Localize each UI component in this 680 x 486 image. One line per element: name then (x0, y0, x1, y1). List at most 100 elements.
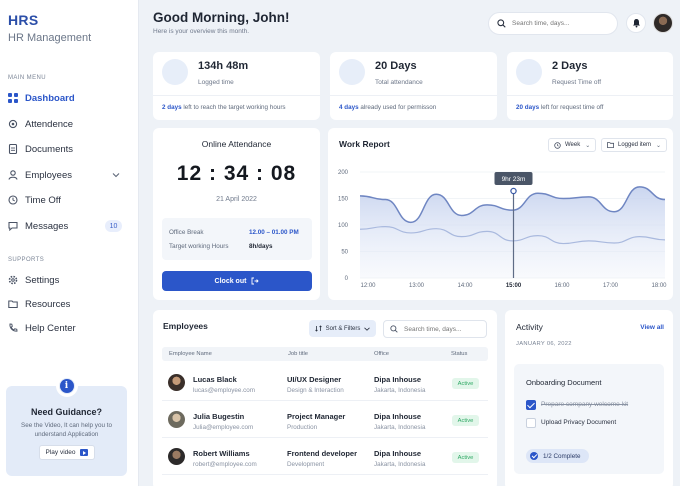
brand: HRS HR Management (8, 12, 91, 44)
folder-icon (8, 299, 18, 309)
stat-value: 2 Days (552, 60, 588, 72)
employee-search-input[interactable] (404, 325, 492, 333)
employee-name: Robert Williams (193, 449, 250, 458)
grid-icon (8, 93, 18, 103)
target-hours-row: Target working Hours 8h/days (169, 243, 306, 250)
column-header[interactable]: Status (451, 351, 467, 357)
sidebar-item-employees[interactable]: Employees (8, 166, 126, 184)
employees-title: Employees (163, 321, 208, 331)
employees-table-header: Employee Name Job title Office Status (162, 347, 488, 361)
brand-logo[interactable]: HRS (8, 12, 91, 28)
attendance-info: Office Break 12.00 – 01.00 PM Target wor… (162, 218, 312, 260)
office-name: Dipa Inhouse (374, 412, 422, 421)
messages-count-badge: 10 (105, 220, 122, 232)
work-report-card: Work Report Week ⌄ Logged item ⌄ 0 50 100 1… (328, 128, 673, 300)
stat-footer-highlight: 2 days (162, 104, 182, 111)
sort-filter-button[interactable]: Sort & Filters (309, 320, 376, 337)
sidebar-item-documents[interactable]: Documents (8, 140, 126, 158)
page-title: Good Morning, John! (153, 10, 290, 25)
stat-footer: 4 days already used for permisson (330, 95, 497, 111)
stat-icon (162, 59, 188, 85)
employee-name: Julia Bugestin (193, 412, 245, 421)
column-header[interactable]: Office (374, 351, 389, 357)
sidebar-item-dashboard[interactable]: Dashboard (8, 89, 126, 107)
employee-email: robert@employee.com (193, 461, 257, 468)
search-input[interactable] (512, 20, 602, 27)
y-tick-label: 50 (341, 250, 348, 256)
gear-icon (8, 119, 18, 129)
table-row[interactable]: Lucas Black lucas@employee.com UI/UX Des… (162, 364, 488, 401)
attendance-clock: 12 : 34 : 08 (176, 162, 297, 185)
task-checkbox[interactable] (526, 418, 536, 428)
guidance-title: Need Guidance? (30, 407, 102, 417)
office-break-row: Office Break 12.00 – 01.00 PM (169, 229, 306, 236)
user-avatar[interactable] (653, 13, 673, 33)
view-all-link[interactable]: View all (640, 324, 664, 331)
activity-title: Activity (516, 322, 543, 332)
sidebar-item-label: Time Off (25, 194, 61, 206)
office-location: Jakarta, Indonesia (374, 461, 426, 468)
task-progress-label: 1/2 Complete (543, 452, 581, 460)
employee-search[interactable] (383, 320, 492, 338)
search-icon (497, 15, 506, 33)
y-tick-label: 0 (345, 276, 349, 282)
y-tick-label: 150 (338, 197, 349, 203)
x-tick-label: 13:00 (409, 283, 425, 289)
employee-email: lucas@employee.com (193, 387, 256, 394)
sidebar-item-time-off[interactable]: Time Off (8, 191, 126, 209)
table-row[interactable]: Robert Williams robert@employee.com Fron… (162, 438, 488, 475)
stat-card-logged-time: 134h 48m Logged time 2 days left to reac… (153, 52, 320, 120)
task-label: Upload Privacy Document (541, 419, 617, 426)
header-search[interactable] (488, 12, 618, 35)
avatar (168, 374, 185, 391)
office-location: Jakarta, Indonesia (374, 387, 426, 394)
job-title: Project Manager (287, 412, 346, 421)
target-hours-value: 8h/days (249, 243, 273, 250)
clock-out-label: Clock out (214, 277, 247, 285)
sort-filter-label: Sort & Filters (325, 325, 361, 332)
brand-subtitle: HR Management (8, 32, 92, 44)
status-badge: Active (452, 378, 479, 389)
x-tick-label: 16:00 (554, 283, 570, 289)
play-icon (79, 449, 88, 456)
sidebar-item-messages[interactable]: Messages 10 (8, 217, 126, 235)
stat-card-request-time-off: 2 Days Request Time off 20 days left for… (507, 52, 673, 120)
search-icon (390, 320, 398, 338)
job-title: UI/UX Designer (287, 375, 342, 384)
activity-date: JANUARY 06, 2022 (516, 341, 572, 347)
status-badge: Active (452, 452, 479, 463)
y-tick-label: 200 (338, 170, 349, 176)
office-location: Jakarta, Indonesia (374, 424, 426, 431)
task-checkbox-checked[interactable] (526, 400, 536, 410)
settings-icon (8, 275, 18, 285)
table-row[interactable]: Julia Bugestin Julia@employee.com Projec… (162, 401, 488, 438)
sidebar-item-label: Employees (25, 169, 72, 181)
sidebar: HRS HR Management MAIN MENU Dashboard At… (0, 0, 139, 486)
chevron-down-icon[interactable] (112, 171, 120, 180)
notification-bell-icon[interactable] (626, 13, 646, 33)
stat-footer-text: left to reach the target working hours (181, 104, 286, 111)
main-menu-label: MAIN MENU (8, 75, 46, 81)
sidebar-item-settings[interactable]: Settings (8, 271, 126, 289)
stat-footer-highlight: 4 days (339, 104, 359, 111)
play-video-button[interactable]: Play video (38, 445, 95, 460)
clock-out-button[interactable]: Clock out (162, 271, 312, 291)
sidebar-item-resources[interactable]: Resources (8, 295, 126, 313)
column-header[interactable]: Job title (288, 351, 308, 357)
message-icon (8, 221, 18, 231)
office-name: Dipa Inhouse (374, 449, 422, 458)
attendance-date: 21 April 2022 (216, 196, 257, 203)
tooltip-label: 9hr 23m (502, 176, 526, 183)
x-tick-label: 14:00 (457, 283, 473, 289)
sort-icon (314, 325, 322, 332)
stat-icon (339, 59, 365, 85)
x-tick-label: 18:00 (651, 283, 667, 289)
column-header[interactable]: Employee Name (169, 351, 212, 357)
employees-card: Employees Sort & Filters Employee Name J… (153, 310, 497, 486)
guidance-card: i Need Guidance? See the Video, It can h… (6, 375, 127, 476)
sidebar-item-attendence[interactable]: Attendence (8, 115, 126, 133)
x-tick-label: 15:00 (506, 283, 522, 289)
sidebar-item-help-center[interactable]: Help Center (8, 319, 126, 337)
onboarding-title: Onboarding Document (526, 378, 602, 387)
info-icon: i (55, 375, 78, 397)
